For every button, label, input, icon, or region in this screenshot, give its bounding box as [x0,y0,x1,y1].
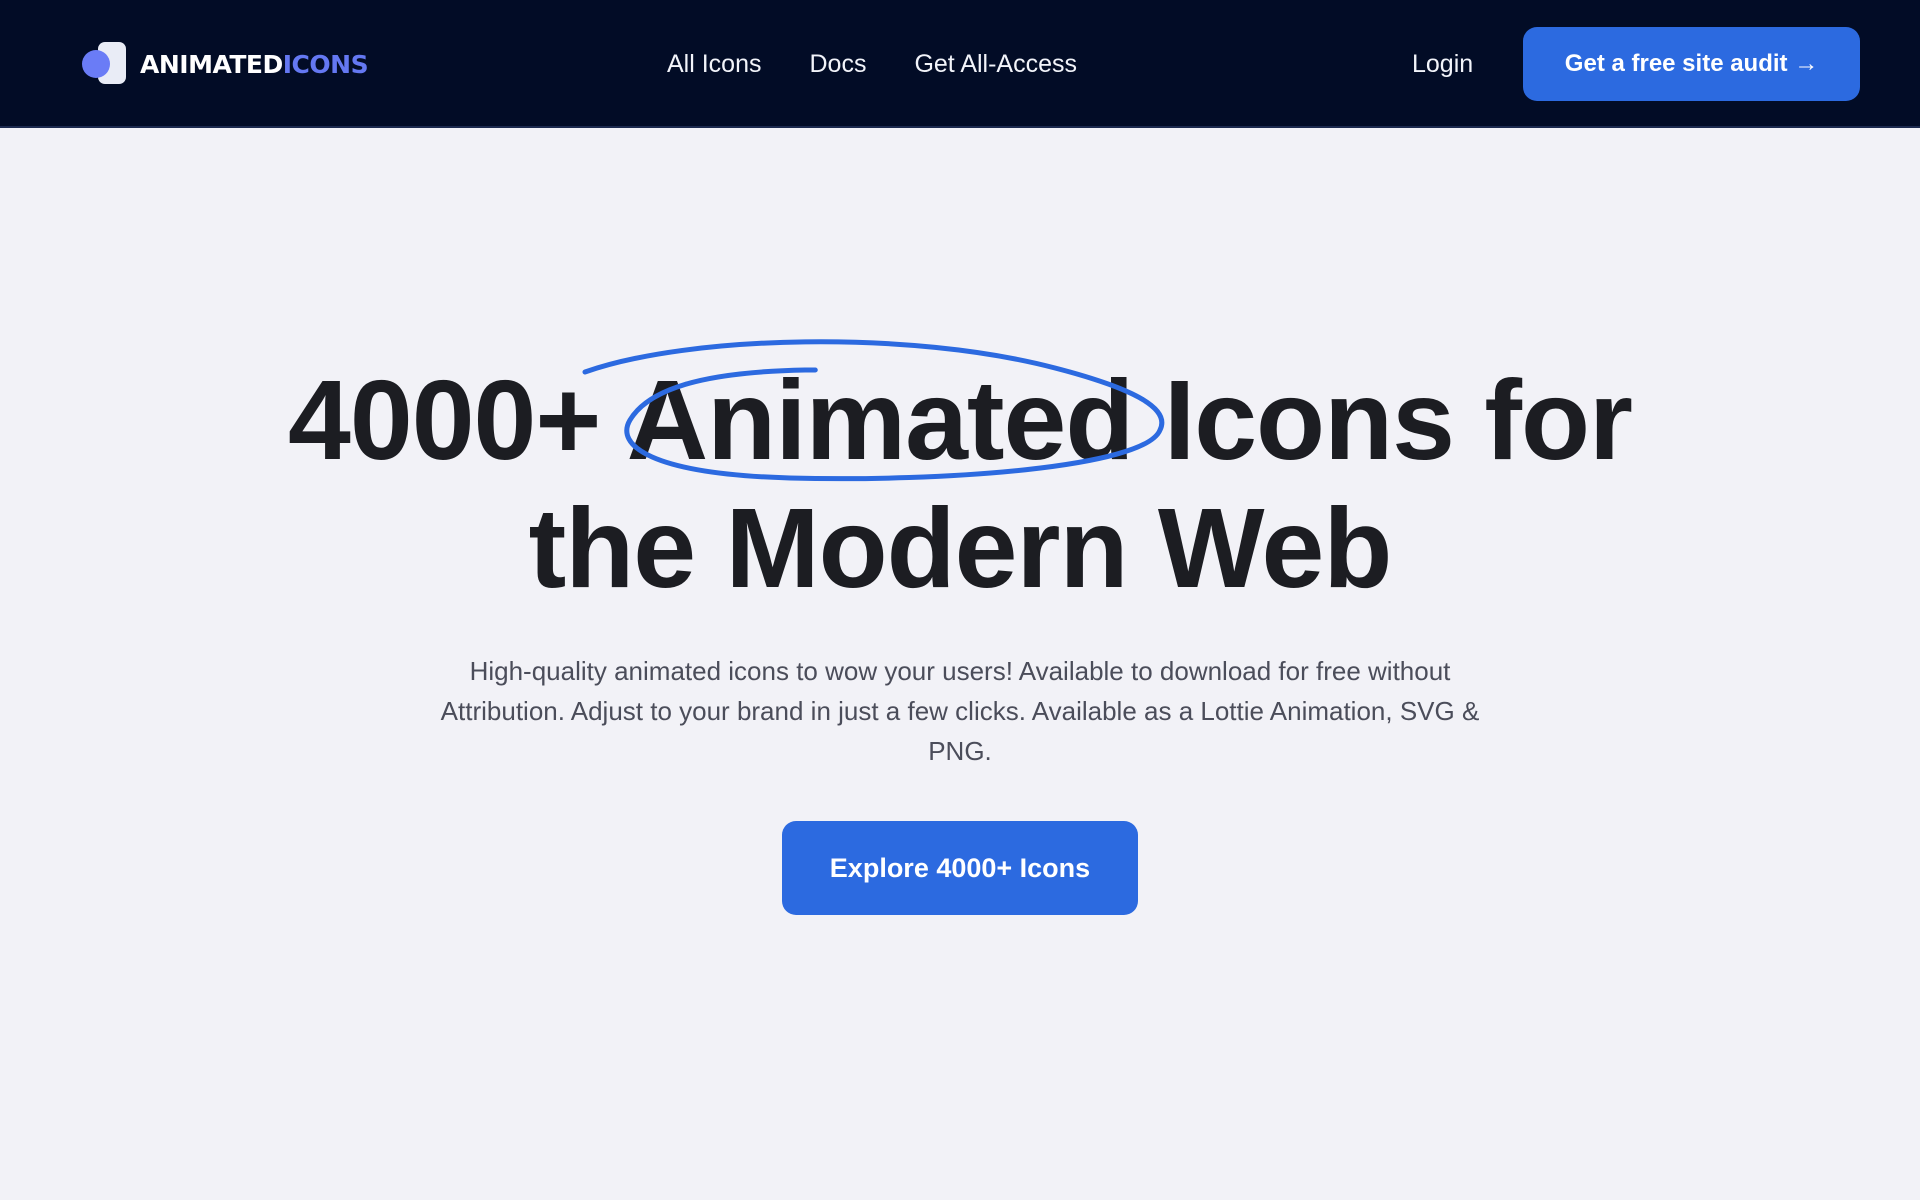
nav-link-get-all-access[interactable]: Get All-Access [914,44,1077,84]
logo-text-animated: ANIMATED [140,49,283,79]
hero-title: 4000+ Animated Icons for the Modern Web [0,356,1920,612]
top-navigation-bar: ANIMATEDICONS All Icons Docs Get All-Acc… [0,0,1920,128]
nav-link-docs[interactable]: Docs [809,44,866,84]
get-free-site-audit-button[interactable]: Get a free site audit → [1523,27,1860,101]
logo-text-icons: ICONS [282,49,369,79]
explore-icons-button[interactable]: Explore 4000+ Icons [782,821,1138,915]
logo-wordmark: ANIMATEDICONS [140,49,369,79]
hero-title-line-1: 4000+ Animated Icons for [288,357,1633,483]
nav-link-all-icons[interactable]: All Icons [667,44,761,84]
login-link[interactable]: Login [1412,44,1473,84]
animatedicons-logo-icon [82,42,128,86]
hero-title-line-2: the Modern Web [528,485,1393,611]
hero-subtitle: High-quality animated icons to wow your … [440,656,1480,766]
logo-link[interactable]: ANIMATEDICONS [82,42,369,86]
main-nav: All Icons Docs Get All-Access [667,44,1077,84]
